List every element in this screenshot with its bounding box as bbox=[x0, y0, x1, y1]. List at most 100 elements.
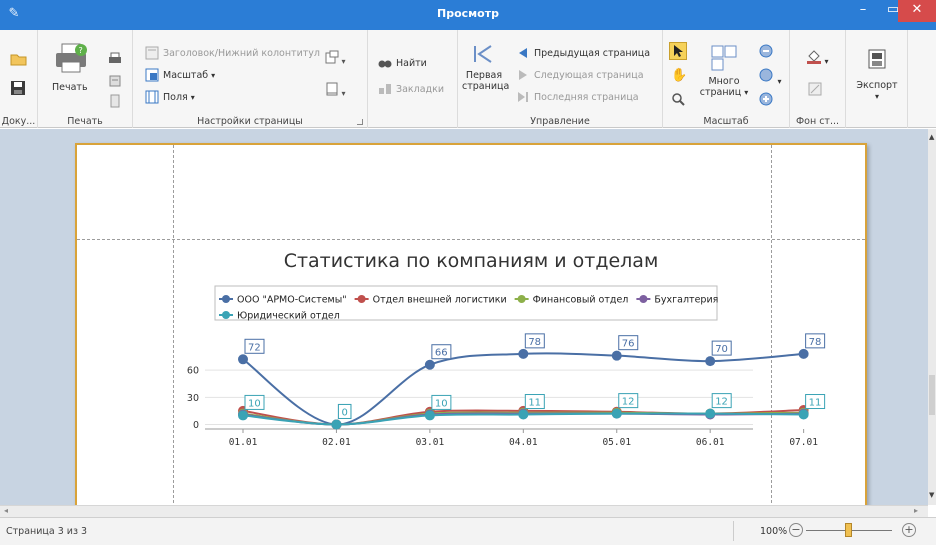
header-footer-icon bbox=[145, 46, 159, 60]
magnifier-tool-icon[interactable] bbox=[671, 92, 687, 108]
horizontal-scrollbar[interactable]: ◂ ▸ bbox=[0, 505, 928, 517]
print-group-label: Печать bbox=[67, 116, 103, 127]
scale-button[interactable]: Масштаб ▾ bbox=[145, 68, 215, 82]
background-group: ▾ Фон ст... bbox=[790, 30, 846, 128]
orientation-icon bbox=[325, 50, 339, 64]
legend-label: Отдел внешней логистики bbox=[373, 295, 507, 306]
chevron-down-icon: ▾ bbox=[874, 92, 879, 101]
next-page-label: Следующая страница bbox=[534, 69, 644, 81]
many-pages-label-line2: страниц bbox=[699, 87, 742, 98]
legend-marker bbox=[222, 311, 230, 319]
prev-page-label: Предыдущая страница bbox=[534, 47, 651, 59]
arrow-left-icon bbox=[516, 46, 530, 60]
zoom-dropdown-button[interactable]: ▾ bbox=[759, 68, 785, 86]
margins-button[interactable]: Поля ▾ bbox=[145, 90, 195, 104]
paper-size-icon bbox=[326, 82, 338, 96]
legend-label: Финансовый отдел bbox=[533, 295, 629, 306]
scroll-right-icon[interactable]: ▸ bbox=[914, 506, 918, 515]
zoom-out-icon[interactable] bbox=[759, 44, 775, 60]
data-label: 78 bbox=[528, 337, 541, 348]
scale-icon bbox=[145, 68, 159, 82]
chart: Статистика по компаниям и отделам ООО "АР… bbox=[187, 250, 826, 448]
many-pages-button[interactable]: Много страниц ▾ bbox=[699, 44, 749, 108]
y-tick-label: 0 bbox=[193, 420, 199, 431]
data-point bbox=[705, 356, 716, 367]
first-page-button[interactable]: Первая страница bbox=[462, 42, 510, 102]
export-button[interactable]: Экспорт ▾ bbox=[852, 44, 902, 108]
find-button[interactable]: Найти bbox=[378, 56, 427, 70]
header-footer-label: Заголовок/Нижний колонтитул bbox=[163, 47, 320, 59]
data-point bbox=[611, 350, 622, 361]
page-icon[interactable] bbox=[108, 94, 122, 108]
preview-area[interactable]: Статистика по компаниям и отделам ООО "АР… bbox=[0, 129, 936, 505]
data-point bbox=[798, 348, 809, 359]
first-page-label-line2: страница bbox=[462, 81, 510, 92]
status-bar: Страница 3 из 3 100% − + bbox=[0, 517, 936, 545]
data-point bbox=[518, 348, 529, 359]
print-button[interactable]: ? Печать bbox=[46, 36, 96, 96]
legend-marker bbox=[639, 295, 648, 303]
data-point bbox=[424, 410, 435, 421]
watermark-icon[interactable] bbox=[808, 82, 824, 98]
legend-marker bbox=[517, 295, 526, 303]
hand-tool-icon[interactable]: ✋ bbox=[671, 68, 687, 84]
last-page-button[interactable]: Последняя страница bbox=[516, 90, 639, 104]
paper-size-button[interactable]: ▾ bbox=[325, 82, 353, 98]
close-button[interactable]: ✕ bbox=[898, 0, 936, 22]
print-options-icon[interactable] bbox=[108, 74, 122, 88]
bookmarks-icon bbox=[378, 82, 392, 96]
zoom-in-button[interactable]: + bbox=[902, 523, 916, 537]
data-point bbox=[611, 408, 622, 419]
pointer-tool-button[interactable] bbox=[669, 42, 687, 60]
scale-label: Масштаб bbox=[163, 69, 209, 81]
data-label: 78 bbox=[809, 337, 822, 348]
x-tick-label: 06.01 bbox=[696, 437, 725, 448]
vertical-scroll-thumb[interactable] bbox=[929, 375, 935, 415]
x-tick-label: 05.01 bbox=[602, 437, 631, 448]
legend-label: Бухгалтерия bbox=[654, 295, 718, 306]
bookmarks-button[interactable]: Закладки bbox=[378, 82, 444, 96]
export-label: Экспорт bbox=[856, 80, 898, 91]
x-tick-label: 04.01 bbox=[509, 437, 538, 448]
data-label: 12 bbox=[715, 397, 728, 408]
scroll-down-icon[interactable]: ▼ bbox=[929, 491, 934, 499]
data-point bbox=[424, 359, 435, 370]
zoom-slider-thumb[interactable] bbox=[845, 523, 852, 537]
document-group: Доку... bbox=[0, 30, 38, 128]
last-page-label: Последняя страница bbox=[534, 91, 639, 103]
export-group: Экспорт ▾ bbox=[846, 30, 908, 128]
navigation-group-label: Управление bbox=[530, 116, 590, 127]
scroll-left-icon[interactable]: ◂ bbox=[4, 506, 8, 515]
zoom-out-button[interactable]: − bbox=[789, 523, 803, 537]
data-point bbox=[331, 419, 342, 430]
many-pages-icon bbox=[711, 45, 737, 71]
save-icon[interactable] bbox=[10, 80, 26, 96]
data-label: 11 bbox=[528, 398, 541, 409]
x-tick-label: 01.01 bbox=[229, 437, 258, 448]
open-icon[interactable] bbox=[10, 52, 28, 66]
orientation-button[interactable]: ▾ bbox=[325, 50, 353, 66]
quick-print-icon[interactable] bbox=[108, 52, 122, 66]
vertical-scrollbar[interactable]: ▲ ▼ bbox=[928, 129, 936, 505]
chart-title: Статистика по компаниям и отделам bbox=[284, 250, 659, 272]
dialog-launcher-icon[interactable] bbox=[357, 119, 363, 125]
data-point bbox=[238, 410, 248, 421]
data-label: 70 bbox=[715, 344, 728, 355]
header-footer-button[interactable]: Заголовок/Нижний колонтитул bbox=[145, 46, 320, 60]
prev-page-button[interactable]: Предыдущая страница bbox=[516, 46, 650, 60]
margins-icon bbox=[145, 90, 159, 104]
data-label: 10 bbox=[248, 398, 261, 409]
zoom-group-label: Масштаб bbox=[703, 116, 749, 127]
print-label: Печать bbox=[52, 82, 88, 93]
window-title: Просмотр bbox=[437, 7, 499, 20]
zoom-in-icon[interactable] bbox=[759, 92, 775, 108]
next-page-button[interactable]: Следующая страница bbox=[516, 68, 644, 82]
data-point bbox=[705, 408, 716, 419]
page-indicator: Страница 3 из 3 bbox=[6, 526, 88, 537]
page-color-button[interactable]: ▾ bbox=[806, 50, 836, 66]
y-tick-label: 30 bbox=[187, 393, 199, 404]
minimize-button[interactable]: – bbox=[848, 0, 878, 22]
data-label: 76 bbox=[622, 339, 635, 350]
data-point bbox=[518, 409, 529, 420]
scroll-up-icon[interactable]: ▲ bbox=[929, 133, 934, 141]
